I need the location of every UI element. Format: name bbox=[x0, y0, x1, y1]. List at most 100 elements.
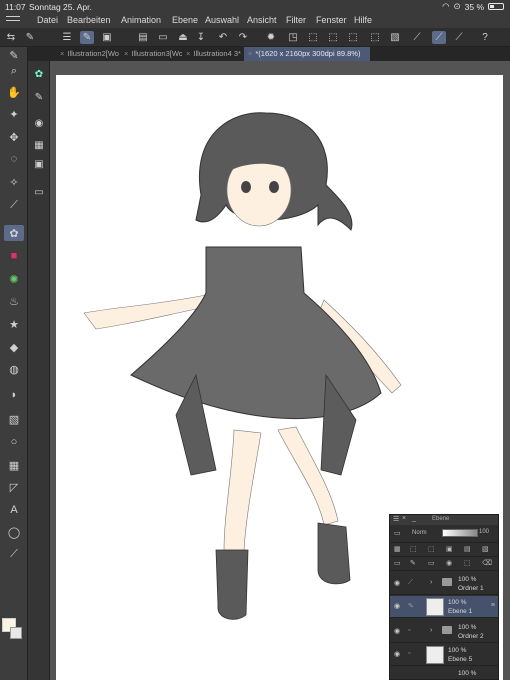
fill-bucket-icon[interactable]: ♨ bbox=[4, 293, 24, 309]
new-layer-icon[interactable]: ▭ bbox=[394, 559, 401, 567]
redo-icon[interactable]: ↷ bbox=[236, 31, 250, 44]
menu-animation[interactable]: Animation bbox=[121, 15, 161, 25]
menu-auswahl[interactable]: Auswahl bbox=[205, 15, 239, 25]
color-swatch-icon[interactable]: ■ bbox=[4, 248, 24, 264]
layer-clip-icon[interactable]: ▦ bbox=[394, 545, 401, 553]
transform-icon[interactable]: ◳ bbox=[286, 31, 300, 44]
deselect-icon[interactable]: ⬚ bbox=[306, 31, 320, 44]
blend-icon[interactable]: ◍ bbox=[4, 361, 24, 377]
invert-selection-icon[interactable]: ⬚ bbox=[326, 31, 340, 44]
opacity-slider[interactable] bbox=[442, 529, 478, 537]
layer-row-ebene-5[interactable]: ◉ ▫ 100 % Ebene 5 bbox=[390, 644, 498, 666]
layer-mask-icon[interactable]: ▣ bbox=[446, 545, 453, 553]
layer-row-ordner-2[interactable]: ◉ ▫ › 100 % Ordner 2 bbox=[390, 621, 498, 643]
airbrush-icon[interactable]: ✺ bbox=[4, 271, 24, 287]
zoom-icon[interactable]: ⌕ bbox=[4, 63, 24, 79]
edit-mode-icon[interactable]: ✎ bbox=[80, 31, 94, 44]
menu-list-icon[interactable]: ☰ bbox=[60, 31, 74, 44]
lock-icon[interactable]: ⟋ bbox=[408, 579, 413, 587]
app-menu-icon[interactable] bbox=[6, 16, 20, 25]
menu-filter[interactable]: Filter bbox=[286, 15, 306, 25]
save-icon[interactable]: ⏏ bbox=[176, 31, 190, 44]
balloon-icon[interactable]: ◯ bbox=[4, 524, 24, 540]
eye-icon[interactable]: ◉ bbox=[394, 650, 400, 658]
open-folder-icon[interactable]: ▭ bbox=[156, 31, 170, 44]
ruler-icon[interactable]: ◸ bbox=[4, 479, 24, 495]
pen-icon[interactable]: ✎ bbox=[4, 47, 24, 63]
snap-special-icon[interactable]: ⟋ bbox=[452, 31, 466, 44]
frame-icon[interactable]: ▦ bbox=[4, 457, 24, 473]
tab-illustration3[interactable]: × Illustration3[Wo bbox=[120, 47, 182, 61]
menu-ansicht[interactable]: Ansicht bbox=[247, 15, 277, 25]
sub-grid-icon[interactable]: ▦ bbox=[31, 137, 47, 153]
new-vector-layer-icon[interactable]: ✎ bbox=[410, 559, 416, 567]
new-folder-icon[interactable]: ▭ bbox=[428, 559, 435, 567]
menu-bearbeiten[interactable]: Bearbeiten bbox=[67, 15, 111, 25]
brush-settings-icon[interactable]: ✎ bbox=[23, 31, 37, 44]
menu-fenster[interactable]: Fenster bbox=[316, 15, 347, 25]
lock-icon[interactable]: ▫ bbox=[408, 650, 410, 657]
hand-icon[interactable]: ✋ bbox=[4, 84, 24, 100]
fill-icon[interactable]: ◗ bbox=[4, 387, 24, 403]
brush-icon[interactable]: ✿ bbox=[4, 225, 24, 241]
delete-layer-icon[interactable]: ⌫ bbox=[482, 559, 492, 567]
close-icon[interactable]: × bbox=[124, 49, 128, 58]
layer-lock-icon[interactable]: ⬚ bbox=[428, 545, 435, 553]
eye-icon[interactable]: ◉ bbox=[394, 602, 400, 610]
panel-close-icon[interactable]: × bbox=[402, 515, 406, 522]
sparkle-icon[interactable]: ✦ bbox=[4, 106, 24, 122]
layer-ref-icon[interactable]: ⬚ bbox=[410, 545, 417, 553]
star-brush-icon[interactable]: ★ bbox=[4, 316, 24, 332]
help-icon[interactable]: ? bbox=[478, 31, 492, 44]
merge-layer-icon[interactable]: ⬚ bbox=[464, 559, 471, 567]
menu-datei[interactable]: Datei bbox=[37, 15, 58, 25]
fill-tool-icon[interactable]: ✹ bbox=[264, 31, 278, 44]
layer-alpha-icon[interactable]: ▤ bbox=[464, 545, 471, 553]
sub-watercolor-icon[interactable]: ✿ bbox=[31, 66, 47, 82]
tab-illustration4[interactable]: × Illustration4 3* bbox=[182, 47, 242, 61]
eye-icon[interactable]: ◉ bbox=[394, 579, 400, 587]
gradient-icon[interactable]: ▧ bbox=[4, 411, 24, 427]
sub-pen-icon[interactable]: ✎ bbox=[31, 89, 47, 105]
layer-row-partial[interactable]: 100 % bbox=[390, 667, 498, 680]
undo-icon[interactable]: ↶ bbox=[216, 31, 230, 44]
shape-icon[interactable]: ○ bbox=[4, 434, 24, 450]
eyedropper-icon[interactable]: ⟋ bbox=[4, 197, 24, 213]
lasso-icon[interactable]: ◌ bbox=[4, 151, 24, 167]
eraser-icon[interactable]: ◆ bbox=[4, 339, 24, 355]
text-icon[interactable]: A bbox=[4, 502, 24, 518]
clear-icon[interactable]: ⬚ bbox=[368, 31, 382, 44]
ruler-icon[interactable]: ⟋ bbox=[410, 31, 424, 44]
layer-draft-icon[interactable]: ▧ bbox=[482, 545, 489, 553]
lock-icon[interactable]: ▫ bbox=[408, 627, 410, 634]
layer-row-ebene-1[interactable]: ◉ ✎ 100 % Ebene 1 ≡ bbox=[390, 596, 498, 618]
close-icon[interactable]: × bbox=[60, 49, 64, 58]
gallery-icon[interactable]: ▣ bbox=[100, 31, 114, 44]
correction-icon[interactable]: ⟋ bbox=[4, 546, 24, 562]
eye-icon[interactable]: ◉ bbox=[394, 627, 400, 635]
undo-history-icon[interactable]: ⇆ bbox=[4, 31, 18, 44]
new-file-icon[interactable]: ▤ bbox=[136, 31, 150, 44]
move-icon[interactable]: ✥ bbox=[4, 129, 24, 145]
tab-illustration2[interactable]: × Illustration2[Wo bbox=[56, 47, 120, 61]
menu-hilfe[interactable]: Hilfe bbox=[354, 15, 372, 25]
opacity-value[interactable]: 100 bbox=[479, 529, 489, 535]
close-icon[interactable]: × bbox=[248, 49, 252, 58]
crop-icon[interactable]: ⬚ bbox=[346, 31, 360, 44]
sub-folder-icon[interactable]: ▭ bbox=[31, 184, 47, 200]
export-icon[interactable]: ↧ bbox=[194, 31, 208, 44]
panel-minimize-icon[interactable]: _ bbox=[412, 515, 416, 522]
menu-ebene[interactable]: Ebene bbox=[172, 15, 198, 25]
sub-circle-icon[interactable]: ◉ bbox=[31, 115, 47, 131]
chevron-right-icon[interactable]: › bbox=[430, 579, 432, 586]
layer-row-ordner-1[interactable]: ◉ ⟋ › 100 % Ordner 1 bbox=[390, 573, 498, 595]
magic-wand-icon[interactable]: ✧ bbox=[4, 174, 24, 190]
close-icon[interactable]: × bbox=[186, 49, 190, 58]
tab-current[interactable]: × *(1620 x 2160px 300dpi 89.8%) bbox=[244, 47, 370, 61]
sub-layers-icon[interactable]: ▣ bbox=[31, 156, 47, 172]
panel-menu-icon[interactable]: ☰ bbox=[393, 515, 399, 523]
fill-selection-icon[interactable]: ▧ bbox=[388, 31, 402, 44]
chevron-right-icon[interactable]: › bbox=[430, 627, 432, 634]
layer-mask-add-icon[interactable]: ◉ bbox=[446, 559, 452, 567]
background-color-swatch[interactable] bbox=[10, 627, 22, 639]
